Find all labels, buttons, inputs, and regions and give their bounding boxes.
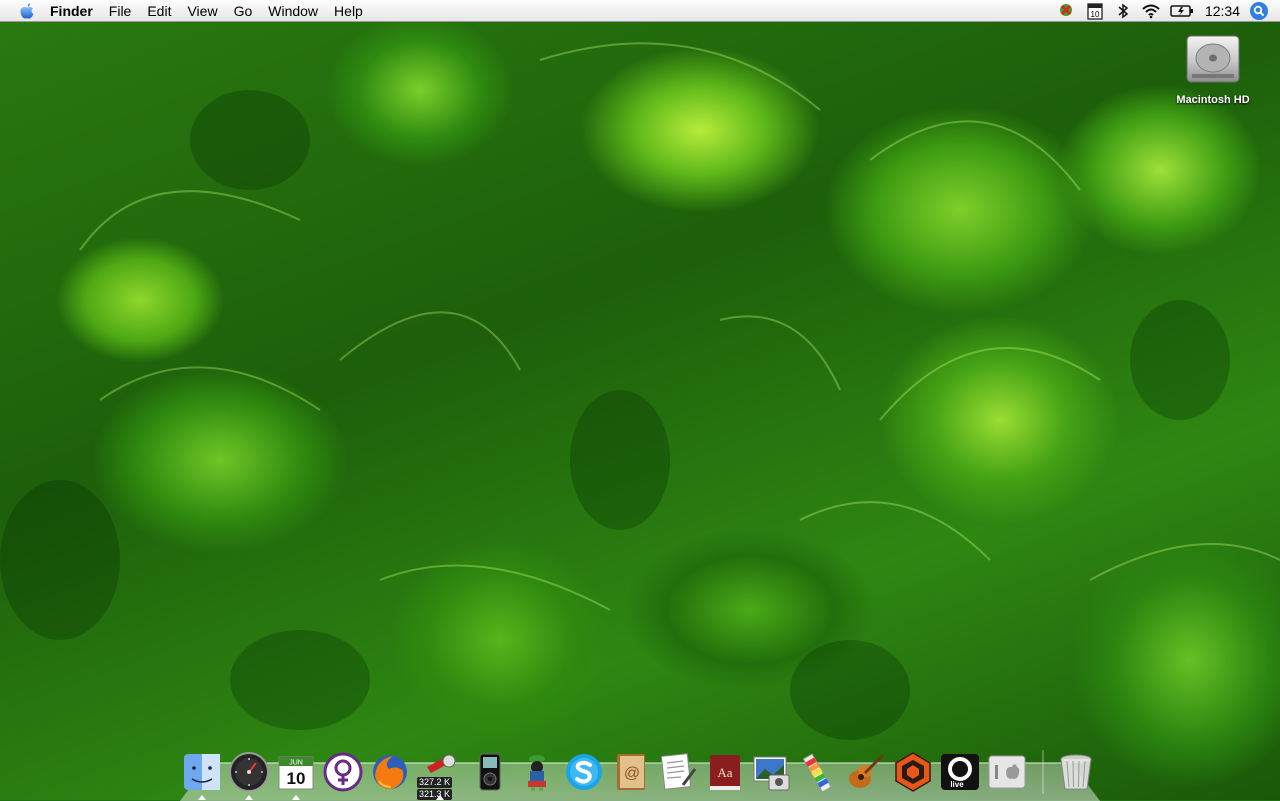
wifi-icon[interactable] xyxy=(1141,0,1161,22)
svg-text:JUN: JUN xyxy=(289,760,303,767)
firefox-icon xyxy=(373,755,407,789)
dock-item-ical[interactable]: JUN 10 xyxy=(274,750,318,800)
dock-item-reason[interactable] xyxy=(891,750,935,794)
skype-icon xyxy=(566,754,602,790)
live-icon: live xyxy=(941,754,979,790)
desktop-wallpaper xyxy=(0,0,1280,800)
address-book-icon: @ xyxy=(617,754,645,790)
window-menu[interactable]: Window xyxy=(260,0,326,22)
svg-text:Aa: Aa xyxy=(717,765,732,780)
running-indicator xyxy=(436,795,444,800)
dock-item-skype[interactable] xyxy=(562,750,606,794)
dashboard-icon xyxy=(229,752,269,792)
dock-separator xyxy=(1042,750,1044,794)
svg-text:live: live xyxy=(950,780,964,789)
download-rate: 321.3 K xyxy=(417,789,453,800)
menubar-clock[interactable]: 12:34 xyxy=(1205,3,1240,19)
file-menu[interactable]: File xyxy=(101,0,140,22)
svg-text:@: @ xyxy=(624,765,640,782)
ical-icon: JUN 10 xyxy=(278,756,314,790)
growl-status-icon[interactable] xyxy=(1057,0,1077,22)
dock-item-ipod[interactable] xyxy=(468,750,512,794)
dock-item-bootcamp[interactable] xyxy=(985,750,1029,794)
view-menu[interactable]: View xyxy=(179,0,225,22)
dock-item-dictionary[interactable]: Aa xyxy=(703,750,747,794)
running-indicator xyxy=(198,795,206,800)
dock-item-network-monitor[interactable]: 327.2 K 321.3 K xyxy=(415,750,465,800)
macintosh-hd-label: Macintosh HD xyxy=(1176,94,1250,106)
dock-item-dashboard[interactable] xyxy=(227,750,271,800)
dock-item-adium[interactable] xyxy=(321,750,365,794)
dock-item-trash[interactable] xyxy=(1054,750,1098,794)
dock-item-marvin[interactable] xyxy=(515,750,559,794)
svg-text:10: 10 xyxy=(287,769,306,788)
dock-item-preview[interactable] xyxy=(656,750,700,794)
finder-icon xyxy=(184,754,220,790)
reason-icon xyxy=(895,752,931,792)
ical-status-icon[interactable]: 10 xyxy=(1085,0,1105,22)
trash-icon xyxy=(1060,754,1092,790)
menu-bar: Finder File Edit View Go Window Help 10 xyxy=(0,0,1280,22)
bootcamp-icon xyxy=(988,755,1026,789)
edit-menu[interactable]: Edit xyxy=(139,0,179,22)
finder-app-menu[interactable]: Finder xyxy=(50,0,101,22)
running-indicator xyxy=(292,795,300,800)
dock-item-live[interactable]: live xyxy=(938,750,982,794)
color-picker-icon xyxy=(802,753,832,793)
ipod-icon xyxy=(479,753,501,791)
running-indicator xyxy=(245,795,253,800)
iphoto-icon xyxy=(753,756,790,791)
dock-item-address-book[interactable]: @ xyxy=(609,750,653,794)
hard-drive-icon xyxy=(1184,30,1242,88)
bluetooth-icon[interactable] xyxy=(1113,0,1133,22)
spotlight-icon[interactable] xyxy=(1250,1,1268,20)
preview-icon xyxy=(660,753,697,790)
help-menu[interactable]: Help xyxy=(326,0,371,22)
go-menu[interactable]: Go xyxy=(226,0,261,22)
macintosh-hd-desktop-icon[interactable]: Macintosh HD xyxy=(1170,30,1256,106)
adium-icon xyxy=(323,752,363,792)
dictionary-icon: Aa xyxy=(710,755,740,790)
dock-item-firefox[interactable] xyxy=(368,750,412,794)
upload-rate: 327.2 K xyxy=(417,777,453,788)
garageband-icon xyxy=(849,753,885,788)
dock: JUN 10 327.2 K 321.3 K @ Aa live xyxy=(180,742,1100,801)
svg-text:10: 10 xyxy=(1091,10,1100,19)
marvin-icon xyxy=(528,755,546,791)
battery-icon[interactable] xyxy=(1169,0,1195,22)
apple-icon[interactable] xyxy=(18,2,36,20)
dock-item-color-picker[interactable] xyxy=(797,750,841,794)
dock-item-garageband[interactable] xyxy=(844,750,888,794)
dock-item-iphoto[interactable] xyxy=(750,750,794,794)
dock-item-finder[interactable] xyxy=(180,750,224,800)
